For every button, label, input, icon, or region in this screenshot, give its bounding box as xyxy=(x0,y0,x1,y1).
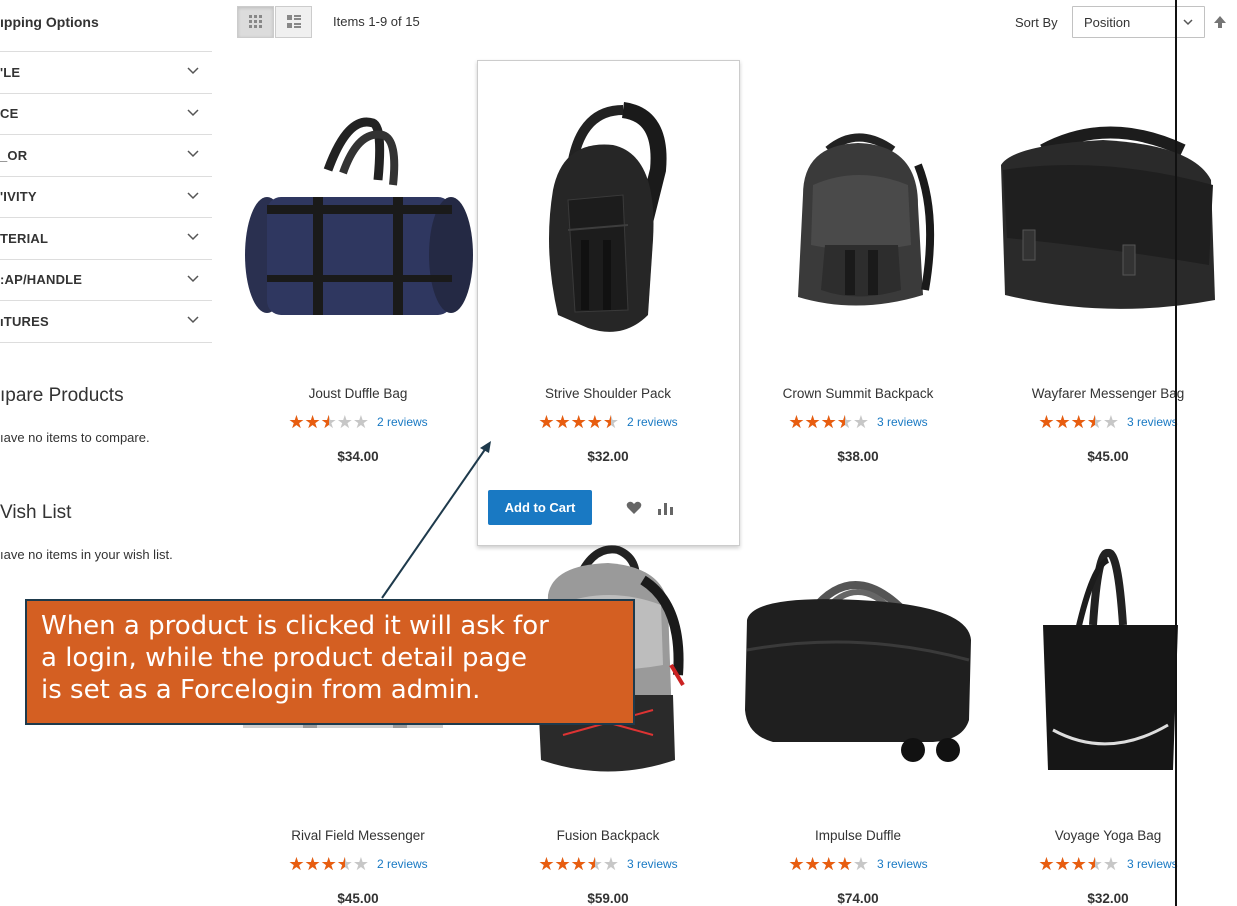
chevron-down-icon xyxy=(187,316,199,324)
sort-by-value: Position xyxy=(1084,14,1131,30)
grid-view-button[interactable] xyxy=(237,6,274,38)
rating-stars: ★★★★★★★★★★ xyxy=(1038,854,1119,874)
reviews-link[interactable]: 2 reviews xyxy=(377,857,428,871)
rating-stars: ★★★★★★★★★★ xyxy=(288,854,369,874)
reviews-link[interactable]: 3 reviews xyxy=(877,857,928,871)
product-price: $74.00 xyxy=(837,891,879,906)
sort-by-label: Sort By xyxy=(1015,15,1058,30)
rating-stars: ★★★★★★★★★★ xyxy=(1038,412,1119,432)
product-rating: ★★★★★★★★★★ 2 reviews xyxy=(233,855,483,873)
chevron-down-icon xyxy=(187,191,199,199)
product-image-shoulder-pack[interactable] xyxy=(483,100,733,345)
rating-stars: ★★★★★★★★★★ xyxy=(538,412,619,432)
product-name[interactable]: Fusion Backpack xyxy=(483,828,733,843)
filter-activity[interactable]: 'IVITY xyxy=(0,177,212,218)
filter-label: 'IVITY xyxy=(0,189,37,205)
annotation-line-2: a login, while the product detail page xyxy=(41,643,527,673)
product-image-duffle-bag[interactable] xyxy=(233,105,483,345)
chevron-down-icon xyxy=(1183,19,1193,26)
heart-icon[interactable] xyxy=(626,501,642,515)
filter-label: :AP/HANDLE xyxy=(0,272,83,288)
product-name[interactable]: Rival Field Messenger xyxy=(233,828,483,843)
filter-label: CE xyxy=(0,106,19,122)
product-price: $59.00 xyxy=(587,891,629,906)
bar-chart-icon[interactable] xyxy=(657,501,675,515)
filter-color[interactable]: _OR xyxy=(0,135,212,177)
sort-by-select[interactable]: Position xyxy=(1072,6,1205,38)
annotation-callout: When a product is clicked it will ask fo… xyxy=(25,599,635,725)
reviews-link[interactable]: 3 reviews xyxy=(877,415,928,429)
wishlist-empty-text: ıave no items in your wish list. xyxy=(0,547,173,562)
product-rating: ★★★★★★★★★★ 3 reviews xyxy=(483,855,733,873)
filter-material[interactable]: TERIAL xyxy=(0,218,212,260)
product-name[interactable]: Wayfarer Messenger Bag xyxy=(983,386,1233,401)
reviews-link[interactable]: 2 reviews xyxy=(627,415,678,429)
reviews-link[interactable]: 2 reviews xyxy=(377,415,428,429)
filter-label: TERIAL xyxy=(0,230,49,246)
chevron-down-icon xyxy=(187,108,199,116)
sort-direction-arrow-icon[interactable] xyxy=(1213,14,1227,30)
filter-price[interactable]: CE xyxy=(0,94,212,135)
list-view-button[interactable] xyxy=(275,6,312,38)
chevron-down-icon xyxy=(187,67,199,75)
product-name[interactable]: Crown Summit Backpack xyxy=(733,386,983,401)
product-rating: ★★★★★★★★★★ 2 reviews xyxy=(483,413,733,431)
reviews-link[interactable]: 3 reviews xyxy=(1127,857,1178,871)
product-name[interactable]: Joust Duffle Bag xyxy=(233,386,483,401)
product-price: $34.00 xyxy=(337,449,379,464)
wishlist-title: Vish List xyxy=(0,502,72,523)
product-name[interactable]: Impulse Duffle xyxy=(733,828,983,843)
chevron-down-icon xyxy=(187,274,199,282)
rating-stars: ★★★★★★★★★★ xyxy=(538,854,619,874)
filter-style[interactable]: 'LE xyxy=(0,52,212,94)
grid-icon xyxy=(248,15,262,28)
rating-stars: ★★★★★★★★★★ xyxy=(288,412,369,432)
filter-label: ıTURES xyxy=(0,313,49,329)
filter-features[interactable]: ıTURES xyxy=(0,301,212,343)
sidebar: ıpping Options 'LE CE _OR 'IVITY TERIAL … xyxy=(0,0,215,906)
product-image-impulse-duffle[interactable] xyxy=(733,560,983,765)
reviews-link[interactable]: 3 reviews xyxy=(1127,415,1178,429)
compare-empty-text: ıave no items to compare. xyxy=(0,430,150,445)
product-rating: ★★★★★★★★★★ 3 reviews xyxy=(733,855,983,873)
chevron-down-icon xyxy=(187,150,199,158)
filter-label: _OR xyxy=(0,147,28,163)
product-image-backpack[interactable] xyxy=(733,125,983,315)
product-rating: ★★★★★★★★★★ 3 reviews xyxy=(983,413,1233,431)
shopping-options-title: ıpping Options xyxy=(0,14,99,30)
rating-stars: ★★★★★★★★★★ xyxy=(788,412,869,432)
product-price: $38.00 xyxy=(837,449,879,464)
add-to-cart-button[interactable]: Add to Cart xyxy=(488,490,592,525)
filter-label: 'LE xyxy=(0,64,21,80)
toolbar-amount: Items 1-9 of 15 xyxy=(333,14,420,29)
filter-list: 'LE CE _OR 'IVITY TERIAL :AP/HANDLE ıTUR… xyxy=(0,51,212,343)
chevron-down-icon xyxy=(187,233,199,241)
compare-products-title: ıpare Products xyxy=(0,385,124,406)
page-edge-line xyxy=(1175,0,1177,906)
select-chevron xyxy=(1173,8,1203,36)
product-price: $45.00 xyxy=(337,891,379,906)
product-image-yoga-bag[interactable] xyxy=(983,545,1233,780)
product-name[interactable]: Voyage Yoga Bag xyxy=(983,828,1233,843)
product-price: $45.00 xyxy=(1087,449,1129,464)
product-price: $32.00 xyxy=(587,449,629,464)
product-price: $32.00 xyxy=(1087,891,1129,906)
product-rating: ★★★★★★★★★★ 3 reviews xyxy=(733,413,983,431)
reviews-link[interactable]: 3 reviews xyxy=(627,857,678,871)
product-image-messenger-bag[interactable] xyxy=(983,120,1233,320)
annotation-line-1: When a product is clicked it will ask fo… xyxy=(41,611,549,641)
filter-strap-handle[interactable]: :AP/HANDLE xyxy=(0,260,212,301)
rating-stars: ★★★★★★★★★★ xyxy=(788,854,869,874)
annotation-line-3: is set as a Forcelogin from admin. xyxy=(41,675,481,705)
product-rating: ★★★★★★★★★★ 2 reviews xyxy=(233,413,483,431)
product-rating: ★★★★★★★★★★ 3 reviews xyxy=(983,855,1233,873)
product-name[interactable]: Strive Shoulder Pack xyxy=(483,386,733,401)
list-icon xyxy=(286,15,301,28)
